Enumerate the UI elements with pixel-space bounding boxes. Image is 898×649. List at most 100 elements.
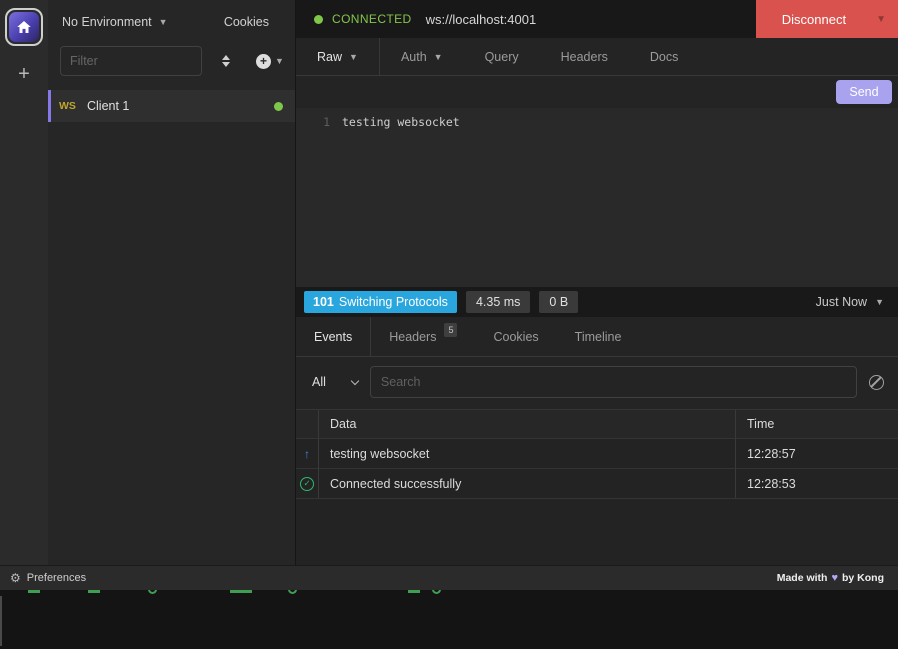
home-icon [9,12,39,42]
status-dot-icon [314,15,323,24]
sent-arrow-up-icon: ↑ [304,447,310,461]
terminal-left-edge [0,596,2,646]
events-filter-row: All [296,357,898,407]
tab-response-headers[interactable]: Headers 5 [371,317,475,357]
event-icon-cell: ✓ [296,469,319,498]
connection-status-label: CONNECTED [332,12,412,26]
status-code: 101 [313,295,334,309]
tab-timeline-label: Timeline [575,330,622,344]
message-editor[interactable]: 1 testing websocket [296,108,898,287]
time-column-header: Time [736,410,898,438]
plus-circle-icon: + [256,54,271,69]
disconnect-button[interactable]: Disconnect [756,0,872,38]
clear-events-icon[interactable] [869,375,884,390]
data-column-header: Data [319,410,736,438]
client-name: Client 1 [87,99,274,113]
check-circle-icon: ✓ [300,477,314,491]
disconnect-button-group: Disconnect ▼ [756,0,898,38]
event-data-cell: Connected successfully [319,469,736,498]
terminal-window: connecting: 4d69cf14-e565-4501-9ddc-e885… [0,590,898,649]
app-window: + No Environment ▼ Cookies + ▼ WS Client… [0,0,898,590]
request-tabs: Raw ▼ Auth ▼ Query Headers Docs [296,38,898,76]
chevron-down-icon: ▼ [275,56,284,66]
chevron-down-icon: ▼ [159,17,168,27]
status-text: Switching Protocols [339,295,448,309]
tab-docs-label: Docs [650,50,678,64]
url-bar: CONNECTED ws://localhost:4001 Disconnect… [296,0,898,38]
tab-events-label: Events [314,330,352,344]
event-type-select[interactable]: All [310,375,358,389]
tab-response-cookies[interactable]: Cookies [475,317,556,357]
terminal-clipped-line [0,590,898,595]
tab-headers[interactable]: Headers [540,38,629,76]
send-button[interactable]: Send [836,80,892,104]
sort-up-arrow-icon [222,55,230,60]
events-table: Data Time ↑ testing websocket 12:28:57 ✓… [296,409,898,499]
chevron-down-icon [351,376,359,384]
response-meta-bar: 101 Switching Protocols 4.35 ms 0 B Just… [296,287,898,317]
chevron-down-icon: ▼ [876,14,886,25]
tab-raw[interactable]: Raw ▼ [296,38,380,76]
sidebar-header: No Environment ▼ Cookies [48,0,295,44]
chevron-down-icon: ▼ [875,297,884,307]
event-time-cell: 12:28:57 [736,439,898,468]
response-time-badge: 4.35 ms [466,291,530,313]
table-header-row: Data Time [296,409,898,439]
line-number: 1 [296,115,342,287]
tab-auth-label: Auth [401,50,427,64]
credit-suffix: by Kong [842,572,884,584]
response-tabs: Events Headers 5 Cookies Timeline [296,317,898,357]
preferences-label: Preferences [27,572,86,584]
new-project-button[interactable]: + [18,64,30,84]
icon-column-header [296,410,319,438]
tab-headers-label: Headers [561,50,608,64]
event-data-cell: testing websocket [319,439,736,468]
tab-events[interactable]: Events [296,317,371,357]
activity-bar: + [0,0,48,565]
websocket-url-field[interactable]: ws://localhost:4001 [426,12,756,27]
sidebar: No Environment ▼ Cookies + ▼ WS Client 1 [48,0,295,565]
event-time-cell: 12:28:53 [736,469,898,498]
heart-icon: ♥ [831,572,838,584]
tab-response-headers-label: Headers [389,330,436,344]
environment-dropdown[interactable]: No Environment ▼ [62,15,168,29]
recency-label: Just Now [816,295,867,309]
status-bar: ⚙ Preferences Made with ♥ by Kong [0,565,898,590]
disconnect-options-button[interactable]: ▼ [872,0,898,38]
credit-prefix: Made with [777,572,828,584]
tab-query[interactable]: Query [464,38,540,76]
headers-count-badge: 5 [444,323,457,337]
send-row: Send [296,76,898,108]
connection-status: CONNECTED [296,12,426,26]
events-empty-area [296,499,898,565]
add-request-button[interactable]: + ▼ [256,54,284,69]
home-button[interactable] [5,8,43,46]
tab-query-label: Query [485,50,519,64]
chevron-down-icon: ▼ [434,52,443,62]
gear-icon: ⚙ [10,571,21,585]
tab-timeline[interactable]: Timeline [557,317,640,357]
sort-down-arrow-icon [222,62,230,67]
event-icon-cell: ↑ [296,439,319,468]
preferences-button[interactable]: ⚙ Preferences [10,571,86,585]
environment-label: No Environment [62,15,152,29]
response-history-dropdown[interactable]: Just Now ▼ [816,295,884,309]
tab-response-cookies-label: Cookies [493,330,538,344]
sidebar-filter-row: + ▼ [48,44,295,78]
tab-docs[interactable]: Docs [629,38,699,76]
response-size-badge: 0 B [539,291,578,313]
cookies-button[interactable]: Cookies [224,15,269,29]
editor-content: testing websocket [342,115,460,287]
status-badge: 101 Switching Protocols [304,291,457,313]
tab-auth[interactable]: Auth ▼ [380,38,464,76]
event-search-input[interactable] [370,366,857,398]
sort-icon[interactable] [222,55,230,67]
table-row[interactable]: ↑ testing websocket 12:28:57 [296,439,898,469]
kong-credit-link[interactable]: Made with ♥ by Kong [777,572,884,584]
chevron-down-icon: ▼ [349,52,358,62]
filter-input[interactable] [60,46,202,76]
event-type-selected: All [312,375,326,389]
table-row[interactable]: ✓ Connected successfully 12:28:53 [296,469,898,499]
main-panel: CONNECTED ws://localhost:4001 Disconnect… [295,0,898,565]
sidebar-item-client-1[interactable]: WS Client 1 [48,90,295,122]
